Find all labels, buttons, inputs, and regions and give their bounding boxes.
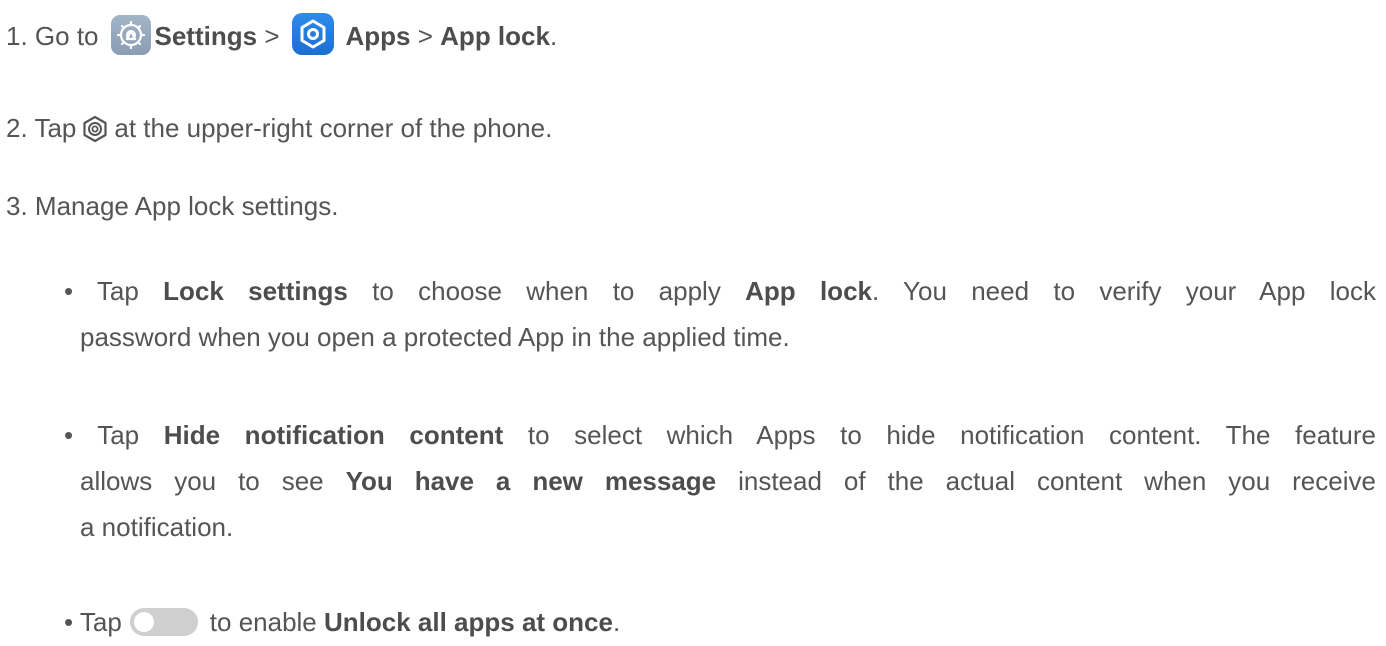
applock-term: App lock [745,276,872,306]
applock-label: App lock [440,21,550,51]
bullet-unlock-all: • Tap to enable Unlock all apps at once. [64,607,621,637]
bullet-2-line-3: a notification. [80,512,234,542]
settings-label: Settings [154,21,258,51]
bullet-1-line-1: • Tap Lock settings to choose when to ap… [64,276,1376,306]
breadcrumb-separator: > [417,21,433,51]
apps-label: Apps [345,21,411,51]
step-2-prefix: 2. Tap [6,113,77,143]
hexagon-gear-icon [80,113,110,143]
step-1: 1. Go to Settings > Apps > App lock. [6,13,558,59]
bullet-2-line-2: allows you to see You have a new message… [80,466,1376,496]
bullet-hide-notification: • Tap Hide notification content to selec… [64,412,1384,550]
settings-gear-icon [110,15,151,56]
bullet-lock-settings: • Tap Lock settings to choose when to ap… [64,268,1384,360]
lock-settings-term: Lock settings [163,276,348,306]
hide-notification-term: Hide notification content [163,420,504,450]
step-2-suffix: at the upper-right corner of the phone. [114,113,553,143]
step-2: 2. Tap at the upper-right corner of the … [6,106,552,150]
step-1-period: . [549,21,558,51]
toggle-off-icon [129,608,198,637]
step-3-text: 3. Manage App lock settings. [6,191,339,221]
bullet-2-line-1: • Tap Hide notification content to selec… [64,420,1376,450]
unlock-all-term: Unlock all apps at once [324,607,613,637]
breadcrumb-separator: > [264,21,280,51]
new-message-term: You have a new message [345,466,717,496]
toggle-knob [133,612,154,633]
step-3: 3. Manage App lock settings. [6,184,338,228]
step-1-prefix: 1. Go to [6,21,99,51]
apps-hexagon-icon [291,13,334,56]
bullet-1-line-2: password when you open a protected App i… [80,322,790,352]
